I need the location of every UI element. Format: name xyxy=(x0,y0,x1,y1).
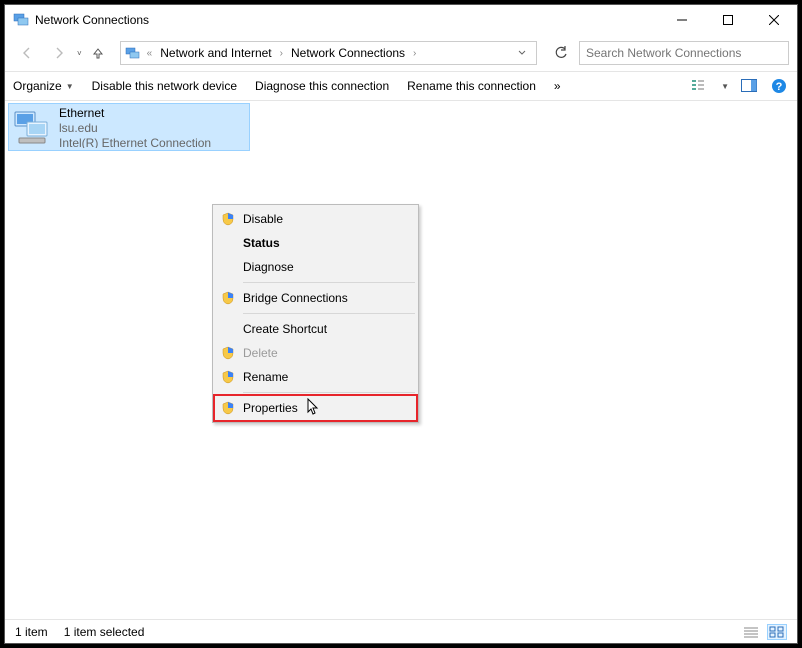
menu-bridge[interactable]: Bridge Connections xyxy=(215,286,416,310)
window-title: Network Connections xyxy=(35,13,659,27)
view-options-button[interactable] xyxy=(691,76,711,96)
history-dropdown-icon[interactable]: ˅ xyxy=(77,49,82,58)
location-icon xyxy=(125,45,141,61)
shield-icon xyxy=(221,212,235,226)
menu-delete: Delete xyxy=(215,341,416,365)
context-menu: Disable Status Diagnose Bridge Connectio… xyxy=(212,204,419,423)
ethernet-adapter-icon xyxy=(13,108,53,144)
back-button[interactable] xyxy=(13,41,41,65)
adapter-domain: lsu.edu xyxy=(59,121,211,136)
cursor-icon xyxy=(307,398,321,419)
menu-separator xyxy=(243,313,415,314)
selection-count: 1 item selected xyxy=(64,625,145,639)
up-button[interactable] xyxy=(86,41,110,65)
item-count: 1 item xyxy=(15,625,48,639)
chevron-icon: « xyxy=(143,48,157,59)
disable-device-button[interactable]: Disable this network device xyxy=(92,79,237,93)
menu-separator xyxy=(243,282,415,283)
status-bar: 1 item 1 item selected xyxy=(5,619,797,643)
preview-pane-button[interactable] xyxy=(739,76,759,96)
shield-icon xyxy=(221,370,235,384)
chevron-down-icon: ▼ xyxy=(66,82,74,91)
titlebar: Network Connections xyxy=(5,5,797,35)
menu-status[interactable]: Status xyxy=(215,231,416,255)
search-input[interactable] xyxy=(586,46,782,60)
menu-properties[interactable]: Properties xyxy=(215,396,416,420)
maximize-button[interactable] xyxy=(705,5,751,35)
address-bar[interactable]: « Network and Internet › Network Connect… xyxy=(120,41,537,65)
menu-rename[interactable]: Rename xyxy=(215,365,416,389)
details-view-button[interactable] xyxy=(741,624,761,640)
adapter-name: Ethernet xyxy=(59,106,211,121)
breadcrumb[interactable]: Network and Internet xyxy=(158,44,273,62)
svg-text:?: ? xyxy=(776,81,783,93)
shield-icon xyxy=(221,291,235,305)
tiles-view-button[interactable] xyxy=(767,624,787,640)
help-button[interactable]: ? xyxy=(769,76,789,96)
menu-disable[interactable]: Disable xyxy=(215,207,416,231)
content-area[interactable]: Ethernet lsu.edu Intel(R) Ethernet Conne… xyxy=(5,101,797,619)
forward-button[interactable] xyxy=(45,41,73,65)
toolbar: Organize ▼ Disable this network device D… xyxy=(5,71,797,101)
chevron-right-icon: › xyxy=(276,48,287,59)
chevron-right-icon: › xyxy=(409,48,420,59)
address-dropdown-icon[interactable] xyxy=(512,44,532,62)
refresh-button[interactable] xyxy=(547,41,575,65)
shield-icon xyxy=(221,346,235,360)
chevron-down-icon[interactable]: ▼ xyxy=(721,82,729,91)
shield-icon xyxy=(221,401,235,415)
network-connections-icon xyxy=(13,12,29,28)
search-box[interactable] xyxy=(579,41,789,65)
rename-button[interactable]: Rename this connection xyxy=(407,79,536,93)
breadcrumb[interactable]: Network Connections xyxy=(289,44,407,62)
navigation-bar: ˅ « Network and Internet › Network Conne… xyxy=(5,35,797,71)
menu-separator xyxy=(243,392,415,393)
menu-diagnose[interactable]: Diagnose xyxy=(215,255,416,279)
more-commands-button[interactable]: » xyxy=(554,79,561,93)
minimize-button[interactable] xyxy=(659,5,705,35)
adapter-device: Intel(R) Ethernet Connection xyxy=(59,136,211,148)
close-button[interactable] xyxy=(751,5,797,35)
network-adapter-item[interactable]: Ethernet lsu.edu Intel(R) Ethernet Conne… xyxy=(8,103,250,151)
diagnose-button[interactable]: Diagnose this connection xyxy=(255,79,389,93)
menu-create-shortcut[interactable]: Create Shortcut xyxy=(215,317,416,341)
organize-menu[interactable]: Organize ▼ xyxy=(13,79,74,93)
